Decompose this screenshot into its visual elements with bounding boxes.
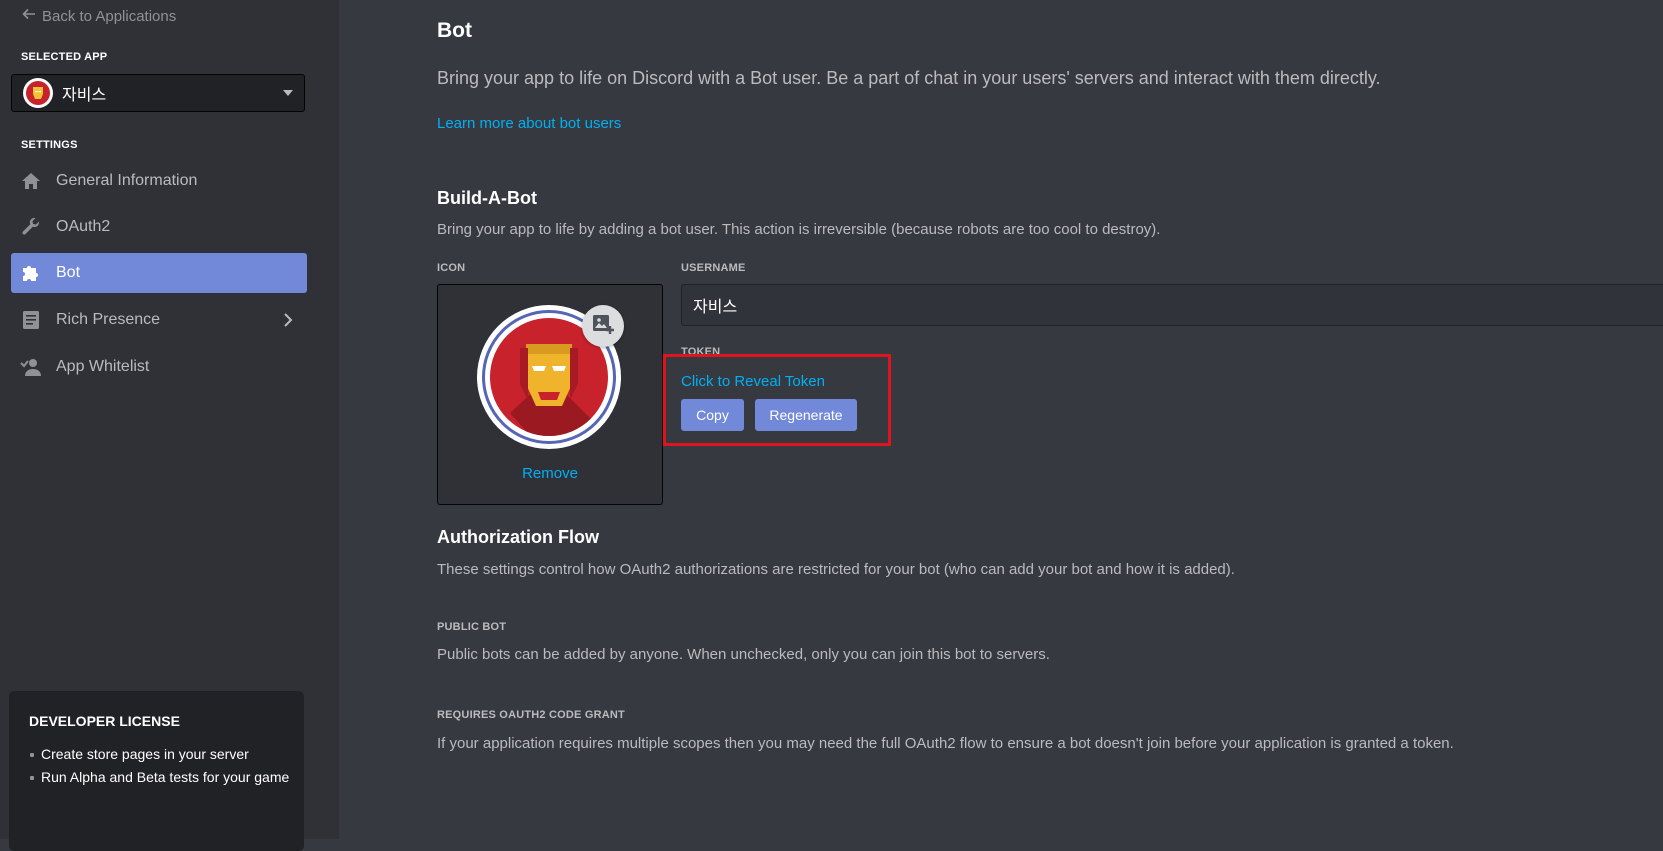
bot-icon-box: Remove bbox=[437, 284, 663, 505]
sidebar-item-label: Rich Presence bbox=[56, 311, 161, 328]
sidebar-item-label: Bot bbox=[56, 264, 81, 281]
person-icon bbox=[20, 356, 42, 378]
icon-label: ICON bbox=[437, 262, 466, 274]
copy-token-button[interactable]: Copy bbox=[681, 399, 744, 431]
app-selector[interactable]: 자비스 bbox=[11, 74, 305, 112]
sidebar: Back to Applications SELECTED APP 자비스 SE… bbox=[0, 0, 339, 851]
app-name: 자비스 bbox=[62, 87, 107, 104]
license-list: Create store pages in your server Run Al… bbox=[29, 743, 291, 789]
page-title: Bot bbox=[437, 19, 472, 42]
document-icon bbox=[20, 309, 42, 331]
back-to-applications-link[interactable]: Back to Applications bbox=[22, 6, 176, 26]
build-a-bot-desc: Bring your app to life by adding a bot u… bbox=[437, 221, 1161, 238]
main-content: Bot Bring your app to life on Discord wi… bbox=[339, 0, 1663, 839]
wrench-icon bbox=[20, 216, 42, 238]
username-input[interactable] bbox=[681, 284, 1663, 326]
sidebar-item-label: App Whitelist bbox=[56, 358, 150, 375]
sidebar-item-bot[interactable]: Bot bbox=[11, 253, 307, 293]
list-item: Run Alpha and Beta tests for your game bbox=[29, 766, 291, 789]
code-grant-desc: If your application requires multiple sc… bbox=[437, 735, 1454, 752]
app-avatar bbox=[23, 78, 53, 108]
arrow-left-icon bbox=[22, 7, 36, 25]
authorization-flow-heading: Authorization Flow bbox=[437, 527, 599, 547]
sidebar-item-app-whitelist[interactable]: App Whitelist bbox=[11, 347, 307, 387]
sidebar-item-label: OAuth2 bbox=[56, 218, 111, 235]
reveal-token-link[interactable]: Click to Reveal Token bbox=[681, 373, 825, 390]
caret-down-icon bbox=[283, 90, 293, 96]
remove-icon-link[interactable]: Remove bbox=[438, 465, 662, 482]
puzzle-icon bbox=[20, 262, 42, 284]
sidebar-item-label: General Information bbox=[56, 172, 198, 189]
sidebar-item-general-information[interactable]: General Information bbox=[11, 161, 307, 201]
authorization-flow-desc: These settings control how OAuth2 author… bbox=[437, 561, 1235, 578]
page-lead: Bring your app to life on Discord with a… bbox=[437, 68, 1381, 88]
regenerate-token-button[interactable]: Regenerate bbox=[755, 399, 857, 431]
developer-license-card: DEVELOPER LICENSE Create store pages in … bbox=[9, 691, 304, 851]
public-bot-label: PUBLIC BOT bbox=[437, 621, 507, 633]
license-title: DEVELOPER LICENSE bbox=[29, 713, 180, 729]
public-bot-desc: Public bots can be added by anyone. When… bbox=[437, 646, 1050, 663]
selected-app-label: SELECTED APP bbox=[21, 51, 108, 63]
settings-label: SETTINGS bbox=[21, 139, 78, 151]
home-icon bbox=[20, 170, 42, 192]
build-a-bot-heading: Build-A-Bot bbox=[437, 188, 537, 208]
chevron-right-icon bbox=[283, 312, 293, 333]
back-label: Back to Applications bbox=[42, 7, 177, 25]
learn-more-link[interactable]: Learn more about bot users bbox=[437, 115, 621, 132]
upload-image-button[interactable] bbox=[582, 305, 624, 347]
username-label: USERNAME bbox=[681, 262, 746, 274]
list-item: Create store pages in your server bbox=[29, 743, 291, 766]
code-grant-label: REQUIRES OAUTH2 CODE GRANT bbox=[437, 709, 625, 721]
sidebar-item-oauth2[interactable]: OAuth2 bbox=[11, 207, 307, 247]
sidebar-item-rich-presence[interactable]: Rich Presence bbox=[11, 300, 307, 340]
image-add-icon bbox=[591, 312, 615, 341]
